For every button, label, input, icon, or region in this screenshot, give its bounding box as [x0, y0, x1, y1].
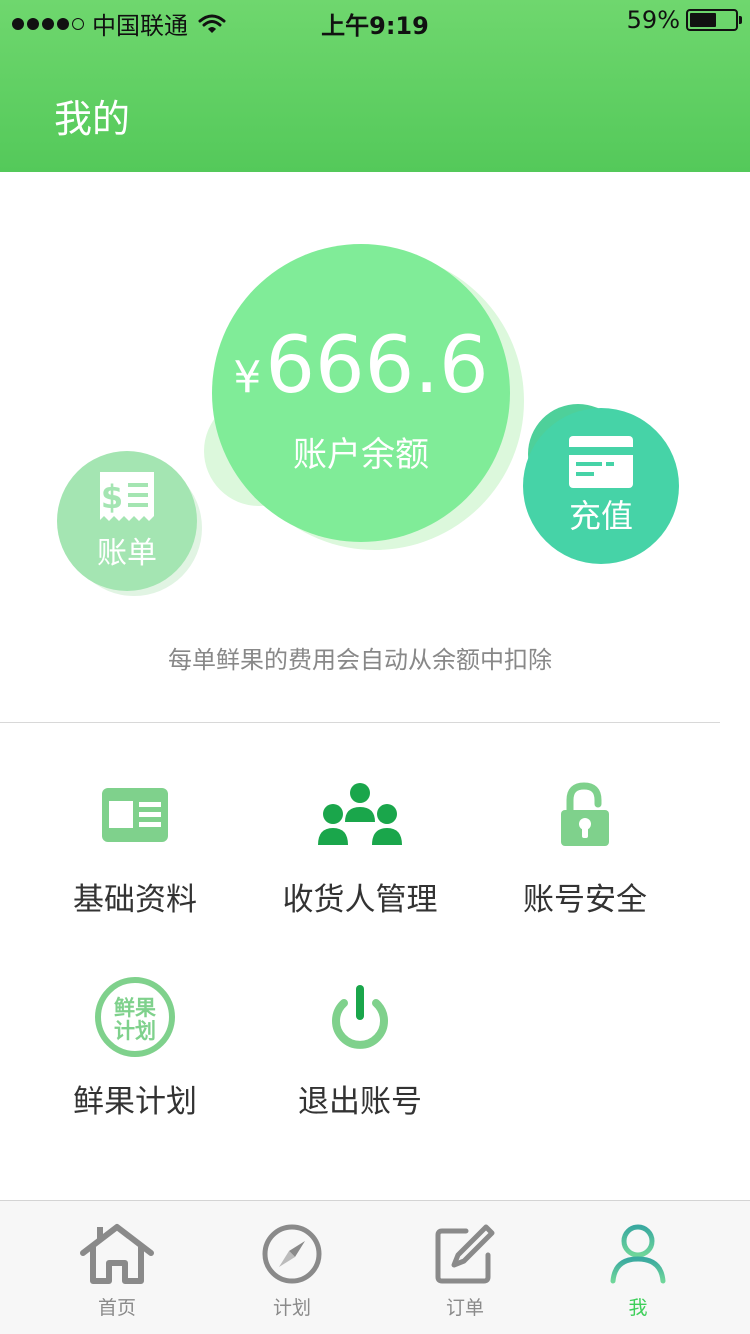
tab-label-orders: 订单 — [445, 1297, 484, 1319]
status-right: 59% — [626, 6, 742, 34]
menu-label-logout: 退出账号 — [298, 1084, 422, 1120]
tab-label-plan: 计划 — [272, 1297, 311, 1319]
receipt-icon: $ — [100, 472, 154, 521]
balance-hint: 每单鲜果的费用会自动从余额中扣除 — [168, 646, 552, 674]
menu-label-plan: 鲜果计划 — [73, 1084, 197, 1120]
recharge-label: 充值 — [568, 497, 633, 535]
header: 中国联通 上午9:19 59% 我的 — [0, 0, 750, 172]
bill-label: 账单 — [97, 536, 157, 571]
compass-icon — [262, 1224, 322, 1284]
svg-text:$: $ — [101, 478, 123, 516]
menu-label-security: 账号安全 — [523, 882, 647, 918]
balance-value: 666.6 — [265, 320, 489, 411]
id-card-icon — [102, 788, 168, 842]
menu-item-security[interactable]: 账号安全 — [475, 770, 695, 919]
account-balance: ¥ 666.6 账户余额 — [212, 244, 510, 542]
bill-button[interactable]: $ 账单 — [57, 451, 197, 591]
tab-label-home: 首页 — [97, 1297, 136, 1319]
battery-fill — [690, 13, 716, 27]
menu-item-logout[interactable]: 退出账号 — [250, 972, 470, 1121]
tab-home[interactable]: 首页 — [47, 1223, 187, 1320]
menu-item-receivers[interactable]: 收货人管理 — [250, 770, 470, 919]
tab-me[interactable]: 我 — [568, 1223, 708, 1320]
page-title: 我的 — [54, 97, 131, 141]
svg-text:计划: 计划 — [114, 1019, 156, 1043]
recharge-button[interactable]: 充值 — [523, 408, 679, 564]
menu-item-profile[interactable]: 基础资料 — [25, 770, 245, 919]
power-icon — [332, 985, 388, 1049]
user-icon — [610, 1224, 666, 1284]
card-icon — [569, 436, 633, 488]
balance-amount: ¥ 666.6 — [233, 321, 488, 411]
menu-label-receivers: 收货人管理 — [282, 882, 438, 918]
people-icon — [318, 783, 402, 845]
status-bar: 中国联通 上午9:19 59% — [0, 0, 750, 40]
menu-label-profile: 基础资料 — [73, 882, 197, 918]
battery-percent: 59% — [626, 6, 680, 34]
tab-label-me: 我 — [628, 1297, 648, 1319]
tab-bar: 首页 计划 订单 我 — [0, 1200, 750, 1334]
header-scallop-edge — [0, 168, 750, 198]
svg-text:鲜果: 鲜果 — [114, 996, 156, 1020]
balance-label: 账户余额 — [293, 434, 429, 475]
tab-plan[interactable]: 计划 — [222, 1223, 362, 1320]
unlock-icon — [561, 782, 609, 846]
edit-icon — [435, 1224, 495, 1284]
battery-icon — [686, 9, 742, 31]
plan-badge-icon: 鲜果 计划 — [95, 977, 175, 1057]
menu-item-plan[interactable]: 鲜果 计划 鲜果计划 — [25, 972, 245, 1121]
tab-orders[interactable]: 订单 — [395, 1223, 535, 1320]
home-icon — [80, 1224, 154, 1284]
divider — [0, 722, 720, 723]
balance-currency: ¥ — [233, 351, 262, 403]
